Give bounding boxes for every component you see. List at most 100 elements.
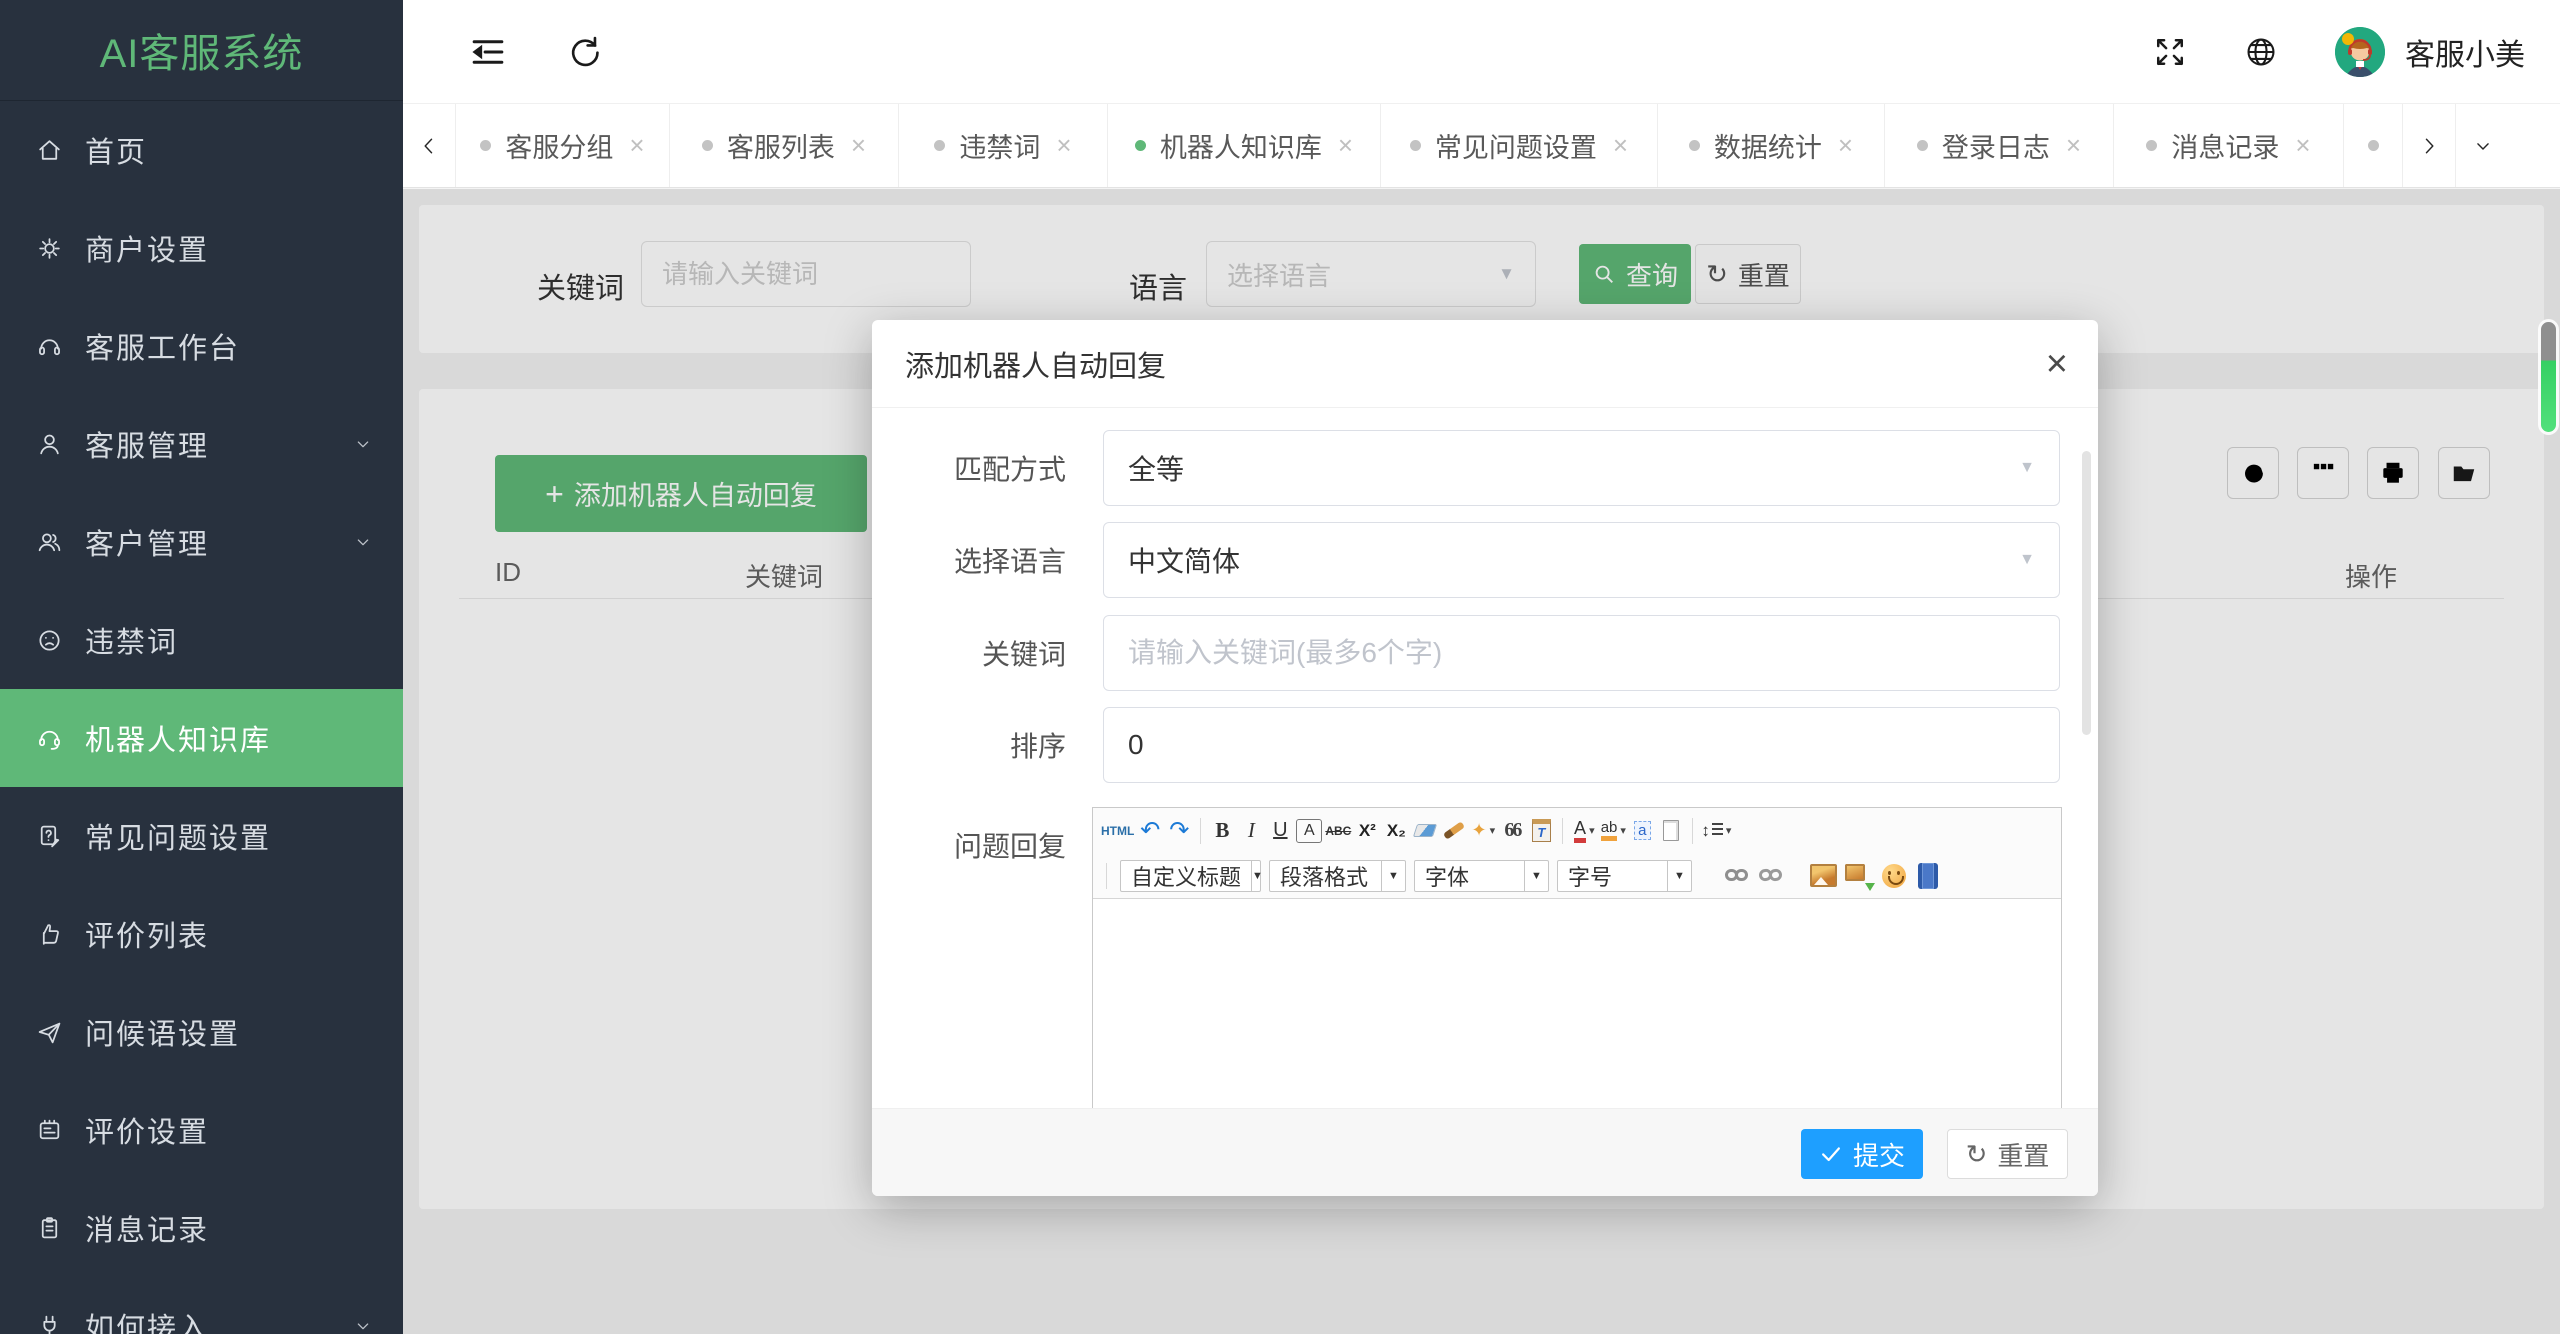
close-icon[interactable]: ×	[1838, 130, 1853, 161]
language-field-value: 中文简体	[1128, 546, 1241, 577]
font-family-label: 字体	[1425, 864, 1470, 890]
page-scrollbar[interactable]	[2541, 322, 2556, 432]
tab-robot-knowledge[interactable]: 机器人知识库 ×	[1108, 104, 1381, 187]
tabs-scroll-right-button[interactable]	[2403, 104, 2456, 187]
blockquote-button[interactable]: 66	[1499, 814, 1525, 848]
chevron-down-icon	[2472, 135, 2494, 157]
highlight-button[interactable]: ab ▾	[1600, 814, 1626, 848]
sidebar-item-agent-management[interactable]: 客服管理	[0, 395, 403, 493]
globe-icon[interactable]	[2243, 34, 2279, 70]
paper-plane-icon	[36, 1019, 63, 1046]
emoji-button[interactable]	[1881, 859, 1907, 893]
close-icon[interactable]: ×	[851, 130, 866, 161]
custom-heading-select[interactable]: 自定义标题 ▼	[1120, 859, 1263, 892]
html-source-button[interactable]: HTML	[1101, 814, 1134, 848]
avatar[interactable]	[2335, 26, 2385, 77]
clipboard-icon	[36, 1215, 63, 1242]
collapse-menu-icon[interactable]	[469, 33, 507, 71]
keyword-field-label: 关键词	[981, 639, 1066, 670]
sidebar-item-robot-knowledge[interactable]: 机器人知识库	[0, 689, 403, 787]
font-color-button[interactable]: A ▾	[1571, 814, 1597, 848]
tab-dot	[480, 140, 492, 151]
sort-field-wrap	[1103, 707, 2060, 783]
modal-scrollbar[interactable]	[2082, 451, 2091, 735]
tab-label: 消息记录	[2171, 133, 2280, 163]
close-icon[interactable]: ×	[629, 130, 644, 161]
sidebar-item-faq-settings[interactable]: 常见问题设置	[0, 787, 403, 885]
doc-question-icon	[36, 823, 63, 850]
paragraph-format-select[interactable]: 段落格式 ▼	[1269, 859, 1406, 892]
refresh-icon[interactable]	[565, 33, 603, 71]
unlink-icon	[1758, 867, 1783, 883]
close-icon[interactable]: ×	[1056, 130, 1071, 161]
tabs-scroll-left-button[interactable]	[403, 104, 456, 187]
close-icon[interactable]: ×	[2066, 130, 2081, 161]
subscript-button[interactable]: X₂	[1383, 814, 1409, 848]
submit-button[interactable]: 提交	[1801, 1129, 1923, 1179]
superscript-button[interactable]: X²	[1354, 814, 1380, 848]
sidebar-item-message-records[interactable]: 消息记录	[0, 1179, 403, 1277]
tab-label: 数据统计	[1713, 133, 1822, 163]
tab-banned-words[interactable]: 违禁词 ×	[899, 104, 1108, 187]
submit-button-label: 提交	[1852, 1140, 1905, 1171]
tab-message-records[interactable]: 消息记录 ×	[2114, 104, 2344, 187]
match-mode-value: 全等	[1128, 454, 1185, 485]
match-mode-select[interactable]: 全等 ▼	[1103, 430, 2060, 506]
tab-faq-settings[interactable]: 常见问题设置 ×	[1381, 104, 1658, 187]
close-icon[interactable]: ×	[2046, 345, 2068, 383]
tabs-menu-button[interactable]	[2456, 104, 2509, 187]
sidebar-item-home[interactable]: 首页	[0, 101, 403, 199]
redo-button[interactable]: ↷	[1166, 814, 1192, 848]
tab-login-logs[interactable]: 登录日志 ×	[1885, 104, 2114, 187]
undo-button[interactable]: ↶	[1137, 814, 1163, 848]
tab-agent-list[interactable]: 客服列表 ×	[670, 104, 899, 187]
sort-field-input[interactable]	[1128, 729, 2035, 761]
remove-link-button[interactable]	[1758, 859, 1784, 893]
robot-headset-icon	[36, 725, 63, 752]
close-icon[interactable]: ×	[2295, 130, 2310, 161]
field-language: 选择语言 中文简体 ▼	[872, 522, 2098, 598]
sort-field-label: 排序	[1009, 731, 1066, 762]
italic-button[interactable]: I	[1238, 814, 1264, 848]
sidebar-item-agent-workbench[interactable]: 客服工作台	[0, 297, 403, 395]
remove-format-button[interactable]	[1412, 814, 1438, 848]
sidebar-item-customer-management[interactable]: 客户管理	[0, 493, 403, 591]
tab-dot	[2367, 140, 2379, 151]
anchor-button[interactable]: a	[1629, 814, 1655, 848]
keyword-field-input[interactable]	[1128, 637, 2035, 669]
sidebar-item-how-to-connect[interactable]: 如何接入	[0, 1277, 403, 1334]
underline-button[interactable]: U	[1267, 814, 1293, 848]
paste-as-text-button[interactable]: T	[1528, 814, 1554, 848]
sidebar-item-review-list[interactable]: 评价列表	[0, 885, 403, 983]
new-document-button[interactable]	[1658, 814, 1684, 848]
fullscreen-icon[interactable]	[2153, 35, 2187, 69]
strikethrough-button[interactable]: ABC	[1325, 814, 1351, 848]
close-icon[interactable]: ×	[1338, 130, 1353, 161]
insert-image-button[interactable]	[1810, 859, 1837, 893]
font-style-button[interactable]: A	[1296, 818, 1323, 843]
insert-media-button[interactable]	[1915, 859, 1941, 893]
font-family-select[interactable]: 字体 ▼	[1414, 859, 1549, 892]
quick-format-button[interactable]: ✦ ▾	[1470, 814, 1496, 848]
caret-down-icon: ▾	[1620, 825, 1626, 837]
font-size-select[interactable]: 字号 ▼	[1557, 859, 1692, 892]
username[interactable]: 客服小美	[2405, 30, 2525, 74]
tab-data-statistics[interactable]: 数据统计 ×	[1658, 104, 1885, 187]
editor-toolbar-row2: 自定义标题 ▼ 段落格式 ▼ 字体 ▼ 字号 ▼	[1093, 853, 2061, 899]
sidebar-item-merchant-settings[interactable]: 商户设置	[0, 199, 403, 297]
language-field-select[interactable]: 中文简体 ▼	[1103, 522, 2060, 598]
sidebar-item-banned-words[interactable]: 违禁词	[0, 591, 403, 689]
line-height-button[interactable]: ↕ ▾	[1701, 814, 1731, 848]
tab-partial[interactable]	[2344, 104, 2403, 187]
bold-button[interactable]: B	[1209, 814, 1235, 848]
batch-image-button[interactable]	[1845, 859, 1875, 893]
sidebar-item-review-settings[interactable]: 评价设置	[0, 1081, 403, 1179]
sidebar-item-greeting-settings[interactable]: 问候语设置	[0, 983, 403, 1081]
insert-link-button[interactable]	[1724, 859, 1750, 893]
chevron-down-icon: ▼	[2019, 551, 2035, 568]
editor-content[interactable]	[1093, 899, 2061, 1109]
tab-agent-groups[interactable]: 客服分组 ×	[456, 104, 670, 187]
format-brush-button[interactable]	[1441, 814, 1467, 848]
close-icon[interactable]: ×	[1613, 130, 1628, 161]
modal-reset-button[interactable]: ↻ 重置	[1947, 1129, 2068, 1179]
